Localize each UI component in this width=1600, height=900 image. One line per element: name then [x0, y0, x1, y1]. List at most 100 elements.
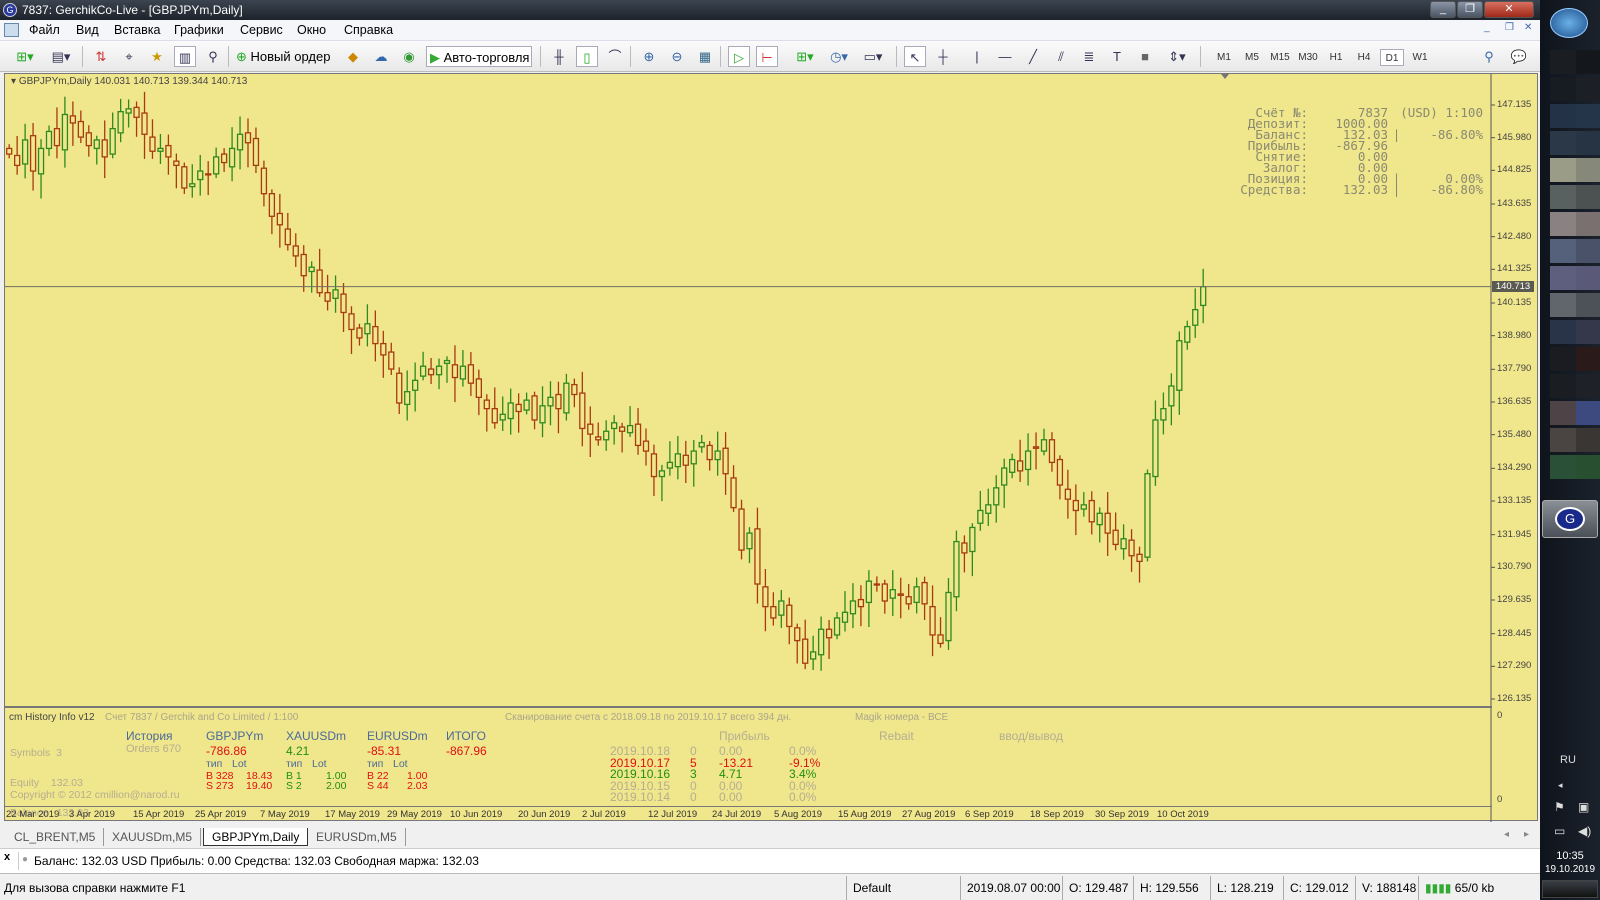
horizontal-line-icon[interactable]: —	[994, 46, 1016, 67]
taskbar-window-thumbnail[interactable]	[1550, 266, 1576, 290]
taskbar-window-thumbnail[interactable]	[1550, 293, 1576, 317]
signals-icon[interactable]: ☁	[370, 46, 392, 67]
timeframe-w1[interactable]: W1	[1408, 49, 1432, 66]
timeframe-h1[interactable]: H1	[1324, 49, 1348, 66]
menu-help[interactable]: Справка	[344, 23, 393, 37]
taskbar-window-thumbnail[interactable]	[1576, 455, 1600, 479]
bar-chart-icon[interactable]: ╫	[548, 46, 570, 67]
menu-insert[interactable]: Вставка	[114, 23, 160, 37]
candlestick-chart-icon[interactable]: ▯	[576, 46, 598, 67]
navigator-icon[interactable]: ★	[146, 46, 168, 67]
timeframe-m5[interactable]: M5	[1240, 49, 1264, 66]
taskbar-window-thumbnail[interactable]	[1550, 320, 1576, 344]
arrows-icon[interactable]: ⇕▾	[1162, 46, 1192, 67]
taskbar-window-thumbnail[interactable]	[1576, 293, 1600, 317]
power-icon[interactable]: ▣	[1578, 800, 1589, 814]
timeframe-m15[interactable]: M15	[1268, 49, 1292, 66]
cursor-icon[interactable]: ↖	[904, 46, 926, 67]
menu-file[interactable]: Файл	[29, 23, 60, 37]
network-icon[interactable]: ▭	[1554, 824, 1565, 838]
taskbar-window-thumbnail[interactable]	[1576, 374, 1600, 398]
taskbar-window-thumbnail[interactable]	[1550, 104, 1576, 128]
taskbar-window-thumbnail[interactable]	[1576, 401, 1600, 425]
taskbar-window-thumbnail[interactable]	[1576, 131, 1600, 155]
taskbar-window-thumbnail[interactable]	[1550, 428, 1576, 452]
tab-scroll-right[interactable]: ▸	[1524, 829, 1529, 840]
mt4-taskbar-button[interactable]: G	[1542, 500, 1598, 538]
tab-gbpjpym[interactable]: GBPJPYm,Daily	[203, 828, 309, 846]
taskbar-window-thumbnail[interactable]	[1550, 347, 1576, 371]
taskbar-window-thumbnail[interactable]	[1576, 239, 1600, 263]
taskbar-window-thumbnail[interactable]	[1576, 158, 1600, 182]
tray-expand-icon[interactable]: ◂	[1558, 780, 1563, 791]
autoscroll-icon[interactable]: ▷	[728, 46, 750, 67]
start-button-icon[interactable]	[1550, 8, 1588, 38]
taskbar-window-thumbnail[interactable]	[1550, 185, 1576, 209]
tab-eurusdm[interactable]: EURUSDm,M5	[308, 828, 406, 846]
line-chart-icon[interactable]: ⌒	[604, 46, 626, 67]
taskbar-window-thumbnail[interactable]	[1576, 347, 1600, 371]
taskbar-window-thumbnail[interactable]	[1550, 77, 1576, 101]
market-icon[interactable]: ◆	[342, 46, 364, 67]
search-icon[interactable]: ⚲	[1478, 46, 1500, 67]
timeframe-d1[interactable]: D1	[1380, 49, 1404, 66]
taskbar-window-thumbnail[interactable]	[1550, 401, 1576, 425]
chat-icon[interactable]: 💬	[1508, 46, 1530, 67]
templates-icon[interactable]: ▭▾	[858, 46, 888, 67]
equidistant-channel-icon[interactable]: ⫽	[1050, 46, 1072, 67]
zoom-in-icon[interactable]: ⊕	[638, 46, 660, 67]
taskbar-window-thumbnail[interactable]	[1576, 50, 1600, 74]
taskbar-window-thumbnail[interactable]	[1576, 212, 1600, 236]
mdi-restore-button[interactable]: ❐	[1505, 22, 1514, 33]
vertical-line-icon[interactable]: |	[966, 46, 988, 67]
clock-time[interactable]: 10:35	[1540, 850, 1600, 862]
volume-icon[interactable]: ◀)	[1578, 824, 1591, 838]
mdi-close-button[interactable]: ✕	[1524, 22, 1532, 33]
taskbar-window-thumbnail[interactable]	[1550, 212, 1576, 236]
data-window-icon[interactable]: ⌖	[118, 46, 140, 67]
new-order-button[interactable]: ⊕ Новый ордер	[236, 46, 336, 67]
taskbar-window-thumbnail[interactable]	[1550, 455, 1576, 479]
show-desktop-button[interactable]	[1542, 880, 1598, 898]
taskbar-window-thumbnail[interactable]	[1550, 158, 1576, 182]
fibonacci-icon[interactable]: ≣	[1078, 46, 1100, 67]
menu-charts[interactable]: Графики	[174, 23, 224, 37]
taskbar-window-thumbnail[interactable]	[1576, 320, 1600, 344]
periods-icon[interactable]: ◷▾	[824, 46, 854, 67]
chart-window[interactable]: ▾ GBPJPYm,Daily 140.031 140.713 139.344 …	[4, 73, 1538, 848]
tab-xauusdm[interactable]: XAUUSDm,M5	[104, 828, 202, 846]
signal-icon[interactable]: ◉	[398, 46, 420, 67]
autotrading-button[interactable]: ▶ Авто-торговля	[426, 46, 532, 67]
taskbar-window-thumbnail[interactable]	[1576, 428, 1600, 452]
tab-scroll-left[interactable]: ◂	[1504, 829, 1509, 840]
terminal-close-button[interactable]: x	[4, 851, 10, 863]
taskbar-window-thumbnail[interactable]	[1576, 185, 1600, 209]
taskbar-window-thumbnail[interactable]	[1550, 131, 1576, 155]
strategy-tester-icon[interactable]: ⚲	[202, 46, 224, 67]
close-button[interactable]: ✕	[1484, 1, 1534, 18]
tab-cl-brent[interactable]: CL_BRENT,M5	[6, 828, 105, 846]
text-icon[interactable]: T	[1106, 46, 1128, 67]
timeframe-h4[interactable]: H4	[1352, 49, 1376, 66]
minimize-button[interactable]: _	[1430, 1, 1456, 18]
new-chart-icon[interactable]: ⊞▾	[10, 46, 40, 67]
timeframe-m30[interactable]: M30	[1296, 49, 1320, 66]
taskbar-window-thumbnail[interactable]	[1550, 50, 1576, 74]
terminal-icon[interactable]: ▥	[174, 46, 196, 67]
trendline-icon[interactable]: ╱	[1022, 46, 1044, 67]
chart-shift-icon[interactable]: ⊢	[756, 46, 778, 67]
menu-window[interactable]: Окно	[297, 23, 326, 37]
menu-tools[interactable]: Сервис	[240, 23, 283, 37]
profiles-icon[interactable]: ▤▾	[46, 46, 76, 67]
action-center-flag-icon[interactable]: ⚑	[1554, 800, 1565, 814]
indicators-icon[interactable]: ⊞▾	[790, 46, 820, 67]
clock-date[interactable]: 19.10.2019	[1540, 864, 1600, 875]
status-traffic[interactable]: ▮▮▮▮ 65/0 kb	[1418, 876, 1494, 900]
taskbar-window-thumbnail[interactable]	[1576, 104, 1600, 128]
status-profile[interactable]: Default	[846, 876, 891, 900]
taskbar-window-thumbnail[interactable]	[1576, 266, 1600, 290]
crosshair-icon[interactable]: ┼	[932, 46, 954, 67]
menu-view[interactable]: Вид	[76, 23, 99, 37]
mdi-minimize-button[interactable]: _	[1484, 22, 1490, 33]
taskbar-window-thumbnail[interactable]	[1576, 77, 1600, 101]
